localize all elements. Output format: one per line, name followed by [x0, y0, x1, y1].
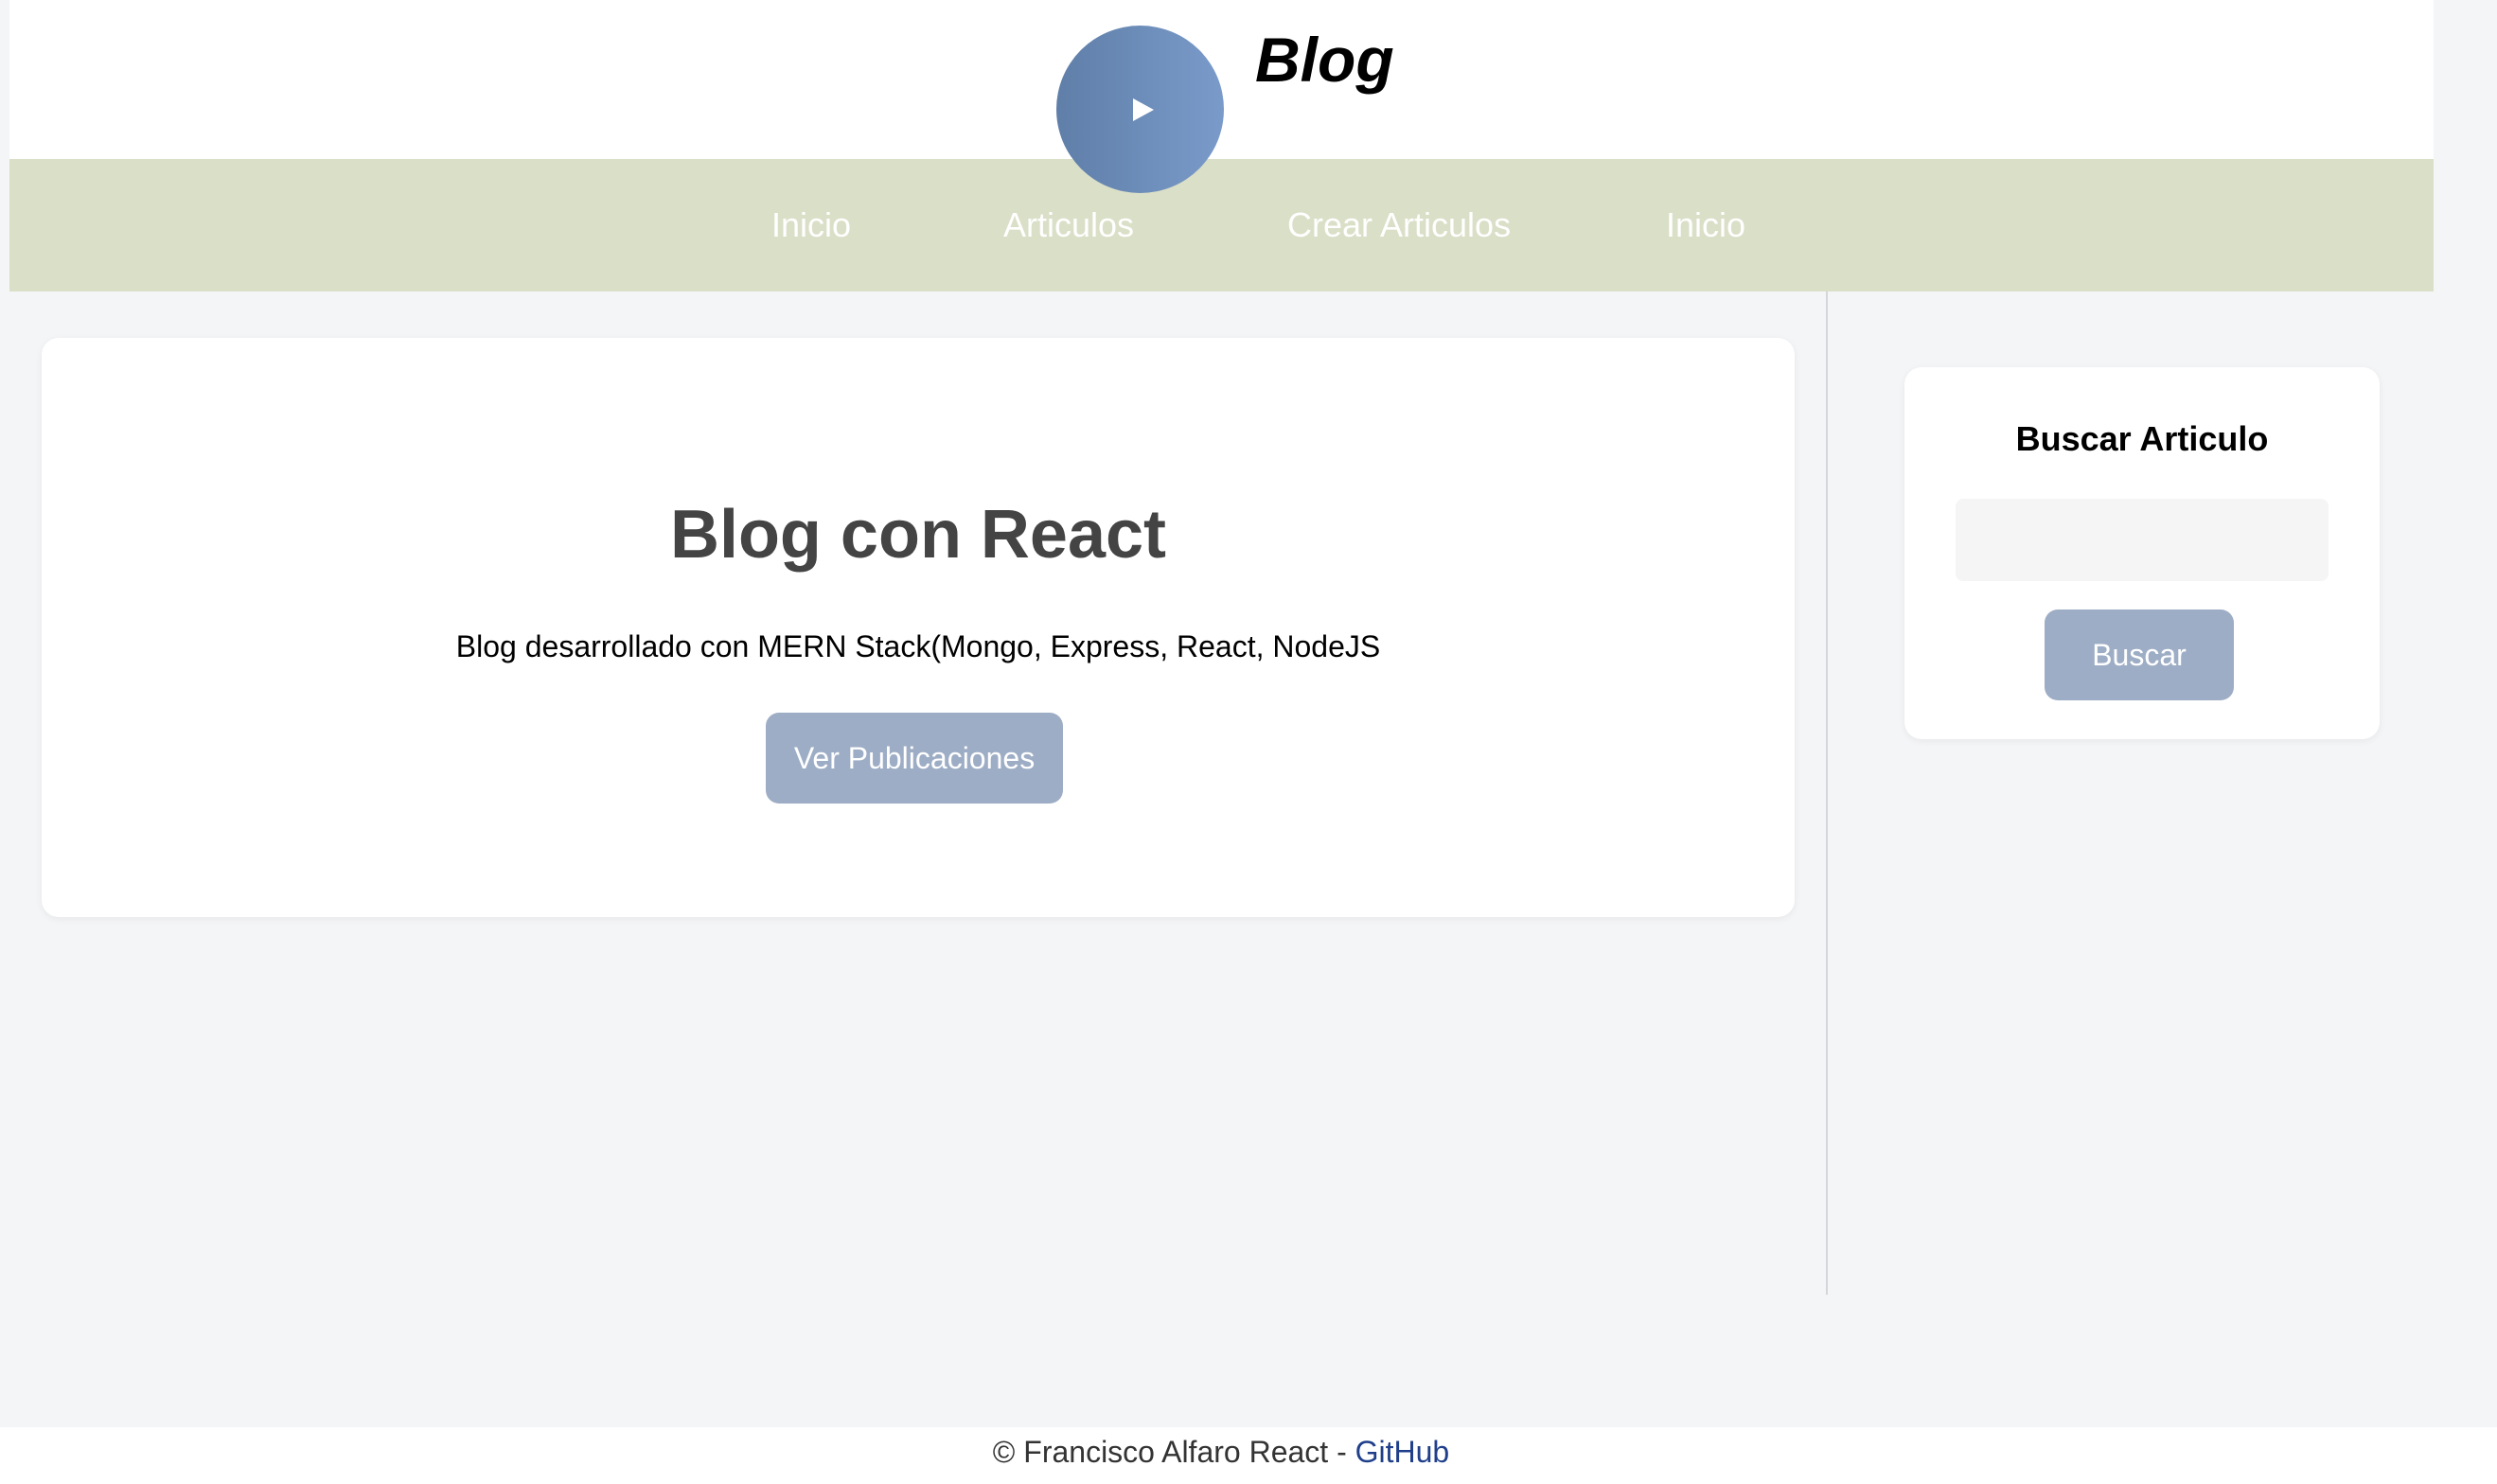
- nav-item-crear-articulos[interactable]: Crear Articulos: [1287, 205, 1511, 245]
- hero-description: Blog desarrollado con MERN Stack(Mongo, …: [455, 629, 1381, 663]
- site-header: Blog: [9, 0, 2434, 193]
- nav-item-inicio-2[interactable]: Inicio: [1666, 205, 1745, 245]
- play-icon: [1133, 98, 1154, 121]
- hero-title: Blog con React: [669, 497, 1167, 573]
- main-nav: Inicio Articulos Crear Articulos Inicio: [9, 159, 2434, 292]
- footer-text: © Francisco Alfaro React - GitHub: [0, 1433, 2442, 1471]
- logo[interactable]: [1056, 26, 1224, 193]
- site-footer: © Francisco Alfaro React - GitHub: [0, 1427, 2497, 1484]
- brand-title: Blog: [1255, 25, 1394, 95]
- github-link[interactable]: GitHub: [1355, 1435, 1450, 1469]
- view-posts-button[interactable]: Ver Publicaciones: [766, 713, 1063, 804]
- hero-card: Blog con React Blog desarrollado con MER…: [42, 338, 1795, 917]
- footer-copyright: © Francisco Alfaro React -: [992, 1435, 1355, 1469]
- search-input[interactable]: [1956, 499, 2329, 581]
- nav-item-inicio[interactable]: Inicio: [771, 205, 851, 245]
- search-card: Buscar Articulo Buscar: [1904, 367, 2380, 739]
- content-divider: [1826, 292, 1828, 1295]
- search-button[interactable]: Buscar: [2045, 610, 2234, 700]
- search-title: Buscar Articulo: [2015, 419, 2269, 458]
- nav-item-articulos[interactable]: Articulos: [1003, 205, 1134, 245]
